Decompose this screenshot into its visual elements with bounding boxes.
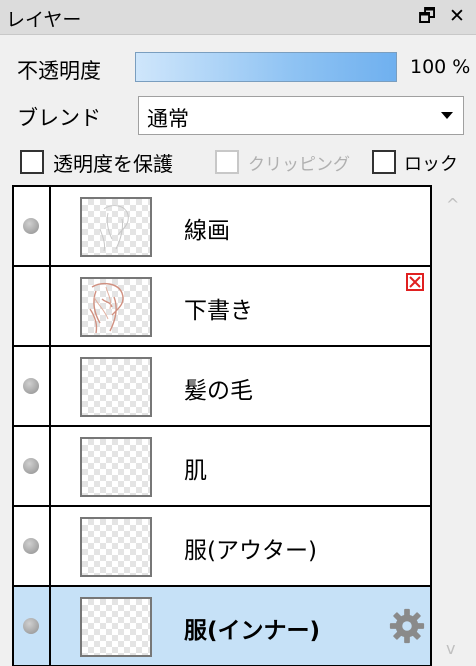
visibility-toggle[interactable] xyxy=(14,347,51,425)
scroll-down-icon[interactable]: v xyxy=(446,639,455,658)
layer-thumbnail xyxy=(80,197,152,257)
visibility-dot-icon xyxy=(23,618,39,634)
visibility-dot-icon xyxy=(23,378,39,394)
dropdown-arrow-icon xyxy=(441,112,453,119)
layer-thumbnail xyxy=(80,277,152,337)
visibility-dot-icon xyxy=(23,538,39,554)
float-window-icon[interactable]: 🗗 xyxy=(416,4,438,28)
visibility-dot-icon xyxy=(23,458,39,474)
layer-row[interactable]: 服(アウター) xyxy=(14,507,430,587)
layer-name: 服(インナー) xyxy=(184,618,321,644)
blend-mode-select[interactable]: 通常 xyxy=(138,96,464,135)
visibility-dot-icon xyxy=(23,218,39,234)
gear-icon[interactable] xyxy=(388,607,426,645)
layer-row[interactable]: 下書き xyxy=(14,267,430,347)
sketch-gray-icon xyxy=(99,205,129,252)
visibility-toggle[interactable] xyxy=(14,587,51,665)
visibility-toggle[interactable] xyxy=(14,267,51,345)
visibility-toggle[interactable] xyxy=(14,187,51,265)
layer-list: 線画 下書き 髪の毛 肌 服(アウター) 服(インナー) xyxy=(12,185,432,666)
sketch-red-icon xyxy=(89,282,124,334)
lock-checkbox[interactable] xyxy=(372,150,396,174)
layer-name: 線画 xyxy=(184,218,230,244)
layer-thumbnail xyxy=(80,597,152,657)
clipping-label: クリッピング xyxy=(248,155,350,175)
layer-name: 肌 xyxy=(184,458,207,484)
protect-alpha-label: 透明度を保護 xyxy=(53,152,173,176)
layer-thumbnail xyxy=(80,517,152,577)
layer-thumbnail xyxy=(80,357,152,417)
panel-title: レイヤー xyxy=(6,9,82,31)
lock-label: ロック xyxy=(404,154,458,175)
layer-row[interactable]: 線画 xyxy=(14,187,430,267)
layer-row-selected[interactable]: 服(インナー) xyxy=(14,587,430,666)
visibility-toggle[interactable] xyxy=(14,427,51,505)
scroll-up-icon[interactable]: ^ xyxy=(446,195,459,214)
close-icon[interactable]: ✕ xyxy=(446,4,468,28)
layer-row[interactable]: 髪の毛 xyxy=(14,347,430,427)
protect-alpha-checkbox[interactable] xyxy=(20,150,44,174)
layer-row[interactable]: 肌 xyxy=(14,427,430,507)
opacity-label: 不透明度 xyxy=(17,59,101,83)
opacity-value: 100 % xyxy=(410,56,471,78)
panel-titlebar: レイヤー 🗗 ✕ xyxy=(0,0,476,35)
opacity-slider[interactable] xyxy=(135,52,397,82)
layer-name: 服(アウター) xyxy=(184,538,317,564)
blend-mode-value: 通常 xyxy=(147,107,189,131)
layer-name: 髪の毛 xyxy=(184,378,253,404)
clipping-checkbox[interactable] xyxy=(215,150,239,174)
layer-thumbnail xyxy=(80,437,152,497)
blend-label: ブレンド xyxy=(17,106,101,130)
layer-name: 下書き xyxy=(184,298,253,324)
layer-list-scrollbar[interactable]: ^ v xyxy=(434,185,476,666)
mask-red-x-icon[interactable] xyxy=(406,273,424,291)
visibility-toggle[interactable] xyxy=(14,507,51,585)
